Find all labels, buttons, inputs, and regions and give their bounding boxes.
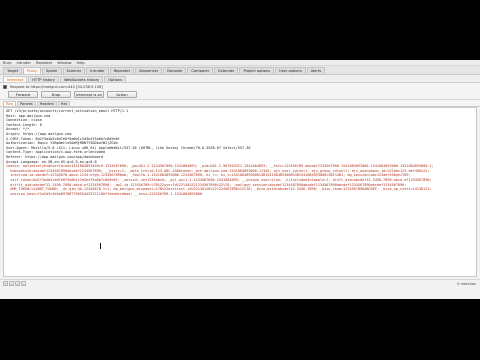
- menu-repeater[interactable]: Repeater: [36, 61, 52, 65]
- request-checkbox[interactable]: [3, 84, 7, 89]
- subtab-options[interactable]: Options: [104, 76, 127, 82]
- tab-target[interactable]: Target: [3, 67, 23, 74]
- video-letterbox-top: [0, 0, 480, 60]
- burp-suite-window: Burp Intruder Repeater Window Help Target Pro…: [0, 60, 480, 299]
- viewtab-headers[interactable]: Headers: [36, 101, 57, 106]
- viewtab-params[interactable]: Params: [17, 101, 36, 106]
- subtab-http-history[interactable]: HTTP history: [28, 76, 59, 82]
- tab-repeater[interactable]: Repeater: [109, 67, 135, 74]
- help-icon[interactable]: ?: [3, 281, 8, 286]
- next-icon[interactable]: >: [21, 281, 26, 286]
- request-line: csrf_token=8d2f3a4b5c6d7e8f9a0b1c2d3e4f5…: [6, 177, 432, 182]
- video-letterbox-bottom: [0, 299, 480, 360]
- menu-help[interactable]: Help: [77, 61, 85, 65]
- previous-icon[interactable]: <: [9, 281, 14, 286]
- request-info-row: Request to https://mailgun.com:443 [34.2…: [0, 83, 480, 90]
- message-view-tab-bar: Raw Params Headers Hex: [0, 100, 480, 107]
- proxy-sub-tab-bar: Intercept HTTP history WebSockets history O…: [0, 75, 480, 83]
- match-count: 0 matches: [457, 282, 476, 286]
- menu-burp[interactable]: Burp: [3, 61, 12, 65]
- request-line: session_hash=f1e2d3c4b5a6978877665544332…: [6, 191, 202, 196]
- tab-scanner[interactable]: Scanner: [62, 67, 86, 74]
- drop-button[interactable]: Drop: [41, 91, 71, 98]
- tab-project-options[interactable]: Project options: [239, 67, 275, 74]
- tab-sequencer[interactable]: Sequencer: [135, 67, 163, 74]
- tab-user-options[interactable]: User options: [275, 67, 306, 74]
- subtab-websockets-history[interactable]: WebSockets history: [59, 76, 104, 82]
- menu-window[interactable]: Window: [57, 61, 71, 65]
- add-icon[interactable]: +: [15, 281, 20, 286]
- request-target-label: Request to https://mailgun.com:443 [34.2…: [10, 84, 103, 89]
- tab-intruder[interactable]: Intruder: [86, 67, 109, 74]
- text-cursor-icon: [100, 243, 101, 249]
- tab-decoder[interactable]: Decoder: [163, 67, 187, 74]
- request-line: AMP_TOKEN=%24NOT_FOUND; _dc_gtm_UA-12345…: [6, 187, 432, 192]
- tab-alerts[interactable]: Alerts: [306, 67, 326, 74]
- subtab-intercept[interactable]: Intercept: [3, 76, 28, 82]
- main-tab-bar: Target Proxy Spider Scanner Intruder Repeater…: [0, 66, 480, 75]
- intercept-button-row: Forward Drop Intercept is on Action: [0, 90, 480, 100]
- search-footer: ? < + > 0 matches: [0, 279, 480, 299]
- tab-spider[interactable]: Spider: [41, 67, 62, 74]
- intercept-toggle-button[interactable]: Intercept is on: [74, 91, 104, 98]
- viewtab-raw[interactable]: Raw: [3, 101, 17, 106]
- action-button[interactable]: Action: [107, 91, 137, 98]
- viewtab-hex[interactable]: Hex: [57, 101, 71, 106]
- search-nav: ? < + >: [3, 281, 26, 286]
- forward-button[interactable]: Forward: [8, 91, 38, 98]
- tab-proxy[interactable]: Proxy: [23, 67, 41, 74]
- raw-request-editor[interactable]: GET /v3/private/accounts/current_activat…: [3, 107, 477, 277]
- tab-comparer[interactable]: Comparer: [187, 67, 214, 74]
- menu-intruder[interactable]: Intruder: [17, 61, 31, 65]
- tab-extender[interactable]: Extender: [214, 67, 239, 74]
